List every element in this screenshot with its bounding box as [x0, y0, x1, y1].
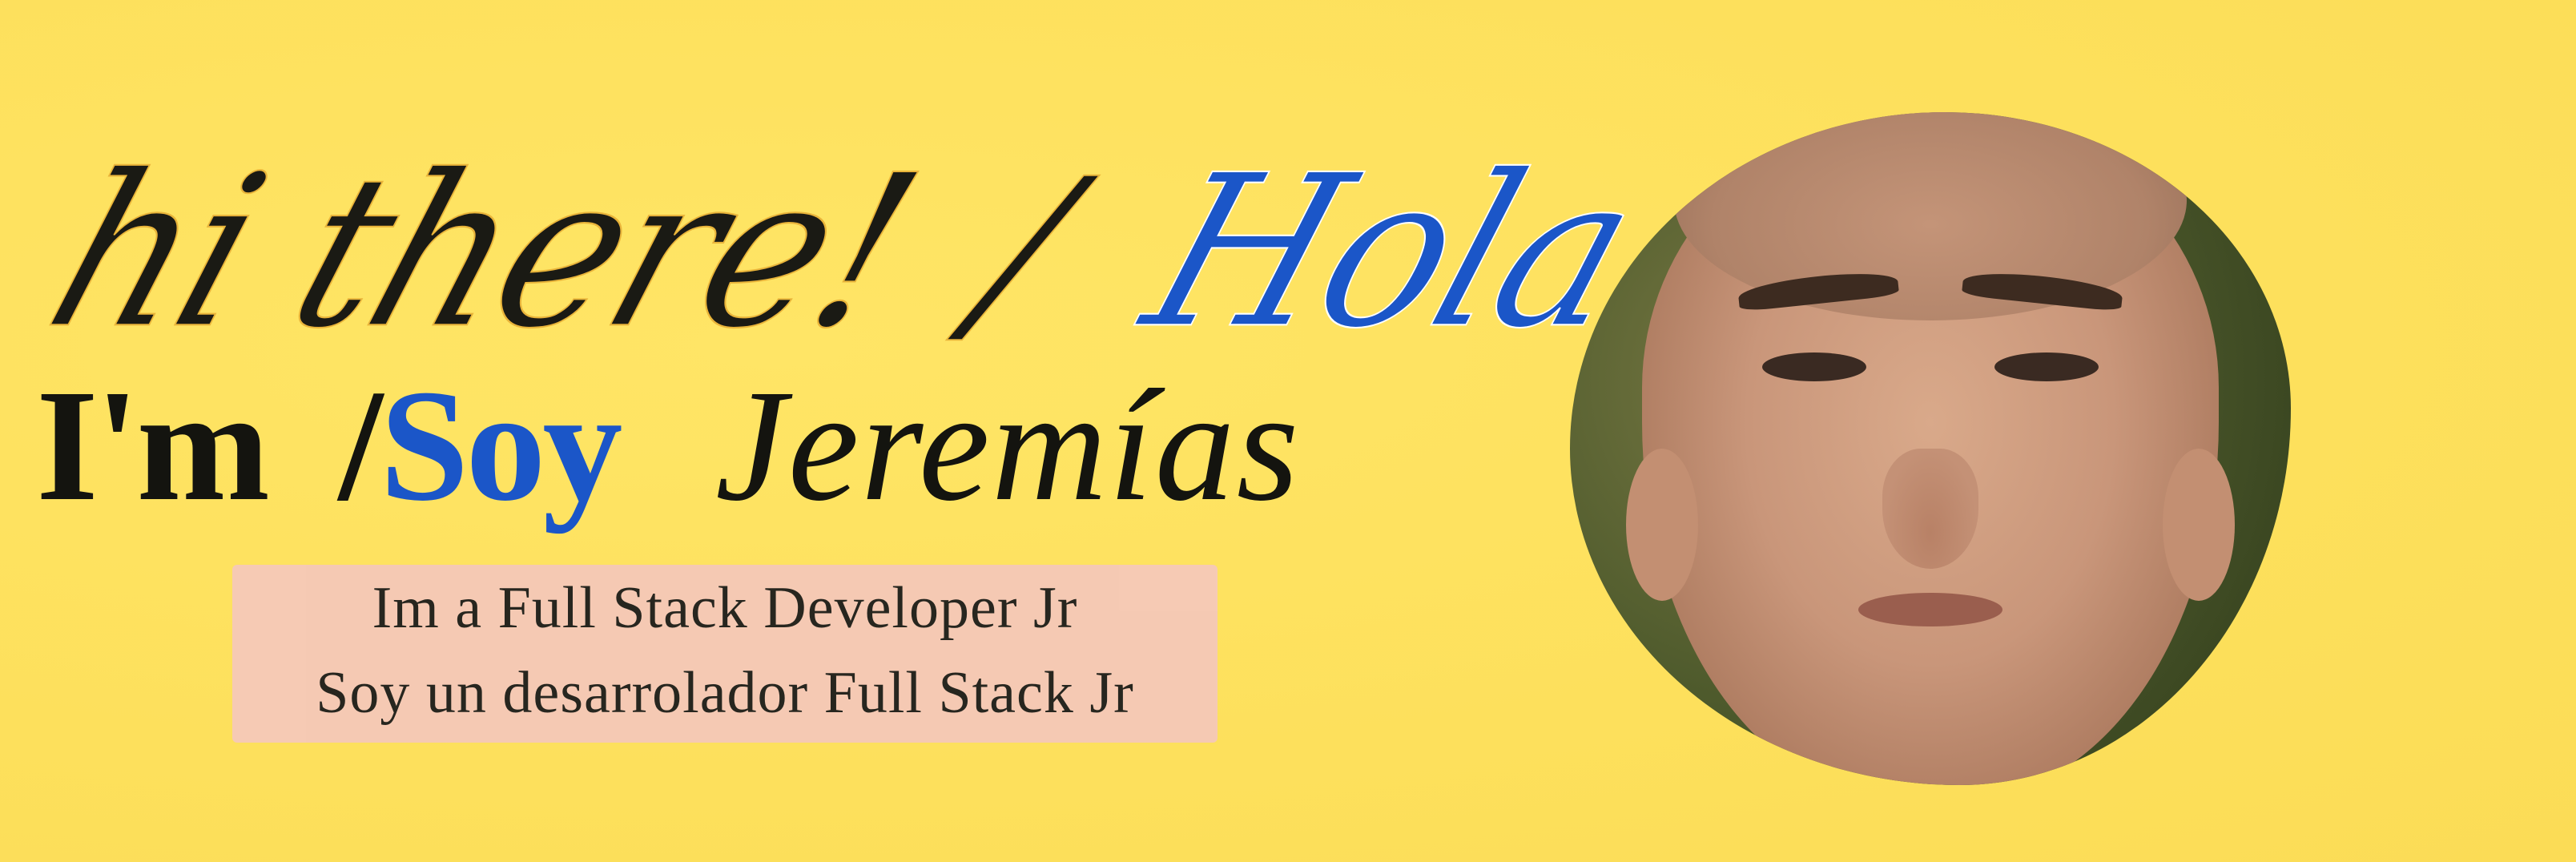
greeting-heading: hi there! / Hola — [24, 120, 1661, 385]
role-spanish: Soy un desarrolador Full Stack Jr — [316, 660, 1134, 726]
nose — [1882, 449, 1978, 569]
intro-soy: Soy — [380, 357, 622, 534]
greeting-english: hi there! — [24, 129, 941, 376]
mouth — [1858, 593, 2002, 626]
intro-slash: / — [338, 357, 384, 534]
greeting-spanish: Hola — [1120, 129, 1660, 376]
ear-right — [2163, 449, 2235, 601]
face-illustration — [1626, 112, 2235, 785]
intro-im: I'm — [36, 357, 270, 534]
eye-left — [1762, 352, 1866, 381]
eye-right — [1994, 352, 2099, 381]
greeting-separator: / — [952, 135, 1093, 369]
role-highlight-box: Im a Full Stack Developer Jr Soy un desa… — [232, 565, 1218, 743]
profile-photo — [1570, 112, 2291, 785]
profile-banner: hi there! / Hola I'm /Soy Jeremías Im a … — [0, 0, 2576, 862]
ear-left — [1626, 449, 1698, 601]
intro-heading: I'm /Soy Jeremías — [36, 365, 1414, 526]
role-english: Im a Full Stack Developer Jr — [372, 575, 1078, 641]
intro-name: Jeremías — [714, 357, 1301, 534]
